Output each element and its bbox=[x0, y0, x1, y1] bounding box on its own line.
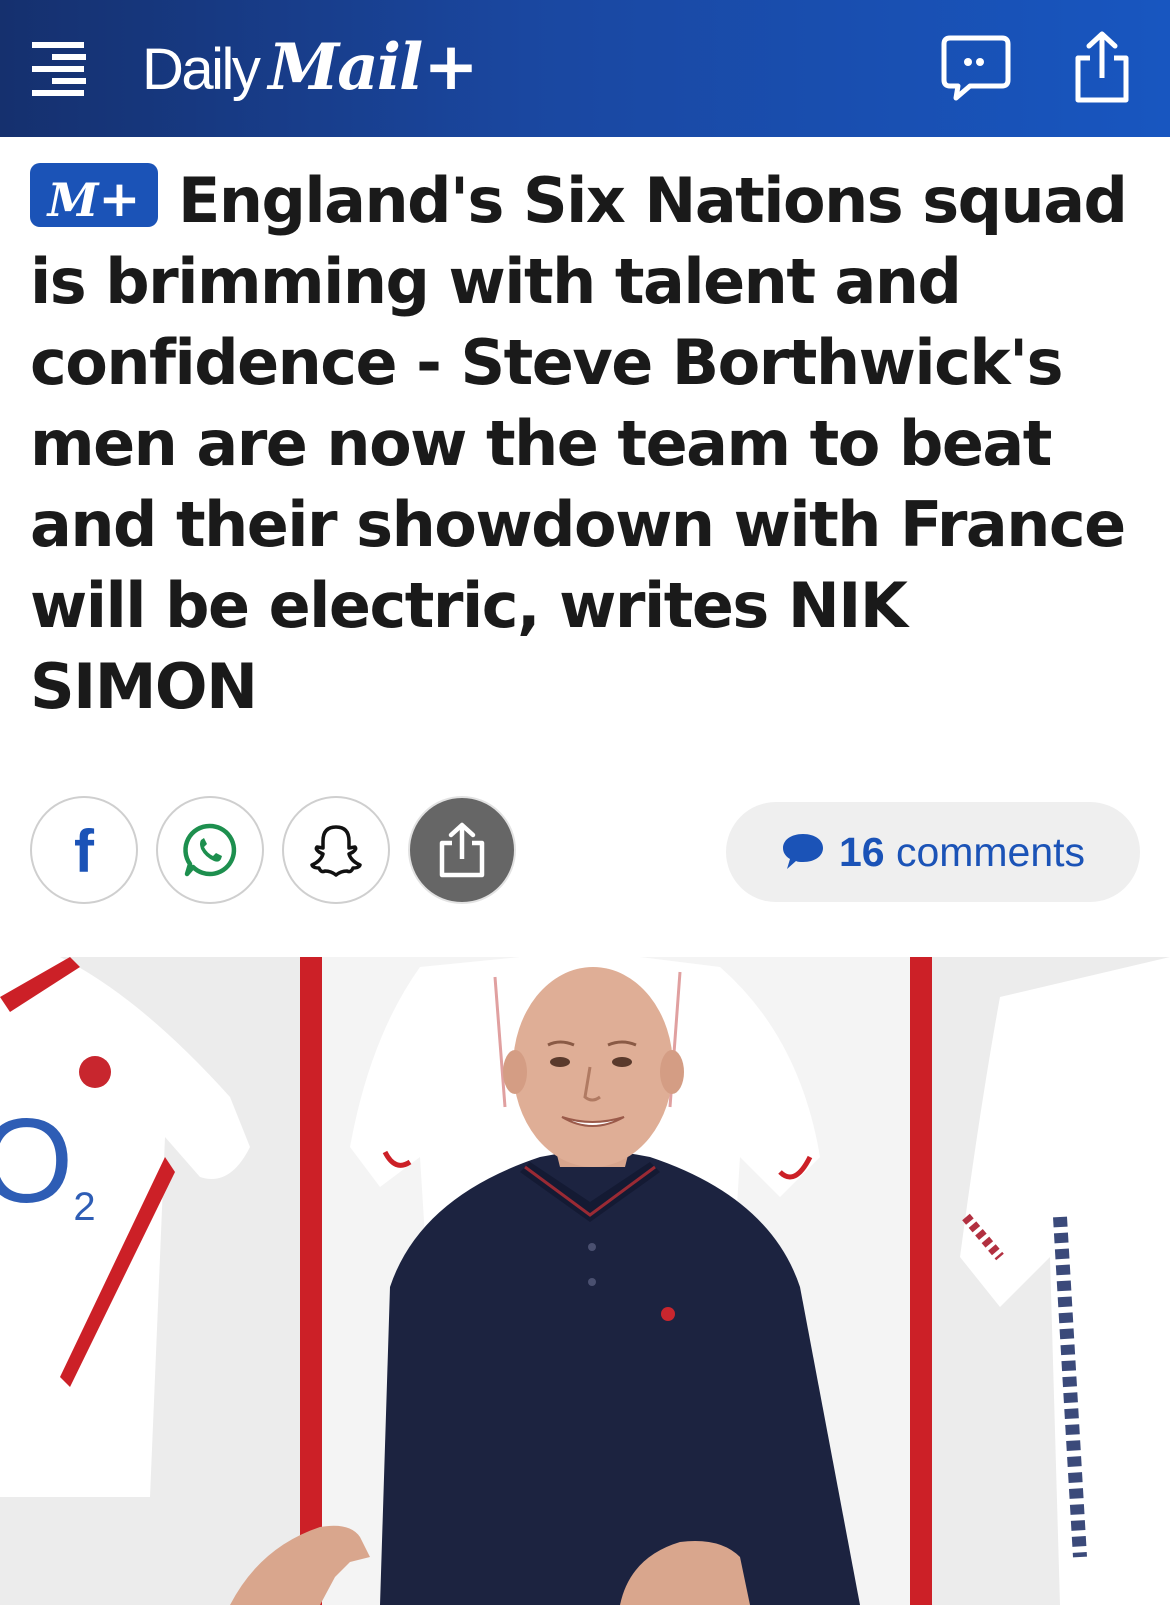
mail-plus-badge: M+ bbox=[30, 163, 158, 228]
headline-text: England's Six Nations squad is brimming … bbox=[30, 164, 1128, 723]
menu-button[interactable] bbox=[30, 38, 90, 100]
comments-count: 16 bbox=[838, 828, 885, 875]
chevron-right-icon bbox=[1096, 1012, 1144, 1092]
snapchat-share-button[interactable] bbox=[282, 796, 390, 904]
article-headline: M+ England's Six Nations squad is brimmin… bbox=[30, 160, 1142, 727]
logo-mail: Mail bbox=[268, 30, 423, 105]
top-bar: Daily Mail + bbox=[0, 0, 1170, 137]
comments-button[interactable]: 16 comments bbox=[726, 802, 1140, 902]
share-icon bbox=[1075, 31, 1129, 103]
share-icon bbox=[439, 822, 485, 878]
lead-image-illustration: O2 bbox=[0, 957, 1170, 1605]
gallery-next-button[interactable] bbox=[1090, 1010, 1150, 1094]
lead-image[interactable]: O2 bbox=[0, 957, 1170, 1605]
whatsapp-share-button[interactable] bbox=[156, 796, 264, 904]
facebook-share-button[interactable]: f bbox=[30, 796, 138, 904]
snapchat-icon bbox=[310, 825, 362, 877]
menu-icon bbox=[32, 42, 86, 96]
comments-label: comments bbox=[884, 828, 1086, 875]
comments-header-button[interactable] bbox=[940, 34, 1012, 104]
facebook-icon: f bbox=[74, 818, 94, 885]
article-page: Daily Mail + M+ England's Six Nations squ… bbox=[0, 0, 1170, 1605]
comments-count-label: 16 comments bbox=[839, 829, 1085, 876]
whatsapp-icon bbox=[183, 823, 237, 877]
speech-bubble-icon bbox=[782, 834, 823, 869]
daily-mail-plus-logo[interactable]: Daily Mail + bbox=[142, 28, 479, 108]
logo-plus: + bbox=[423, 28, 479, 105]
more-share-button[interactable] bbox=[408, 796, 516, 904]
share-header-button[interactable] bbox=[1070, 30, 1134, 106]
chat-bubble-icon bbox=[941, 35, 1011, 101]
logo-daily: Daily bbox=[142, 37, 261, 102]
